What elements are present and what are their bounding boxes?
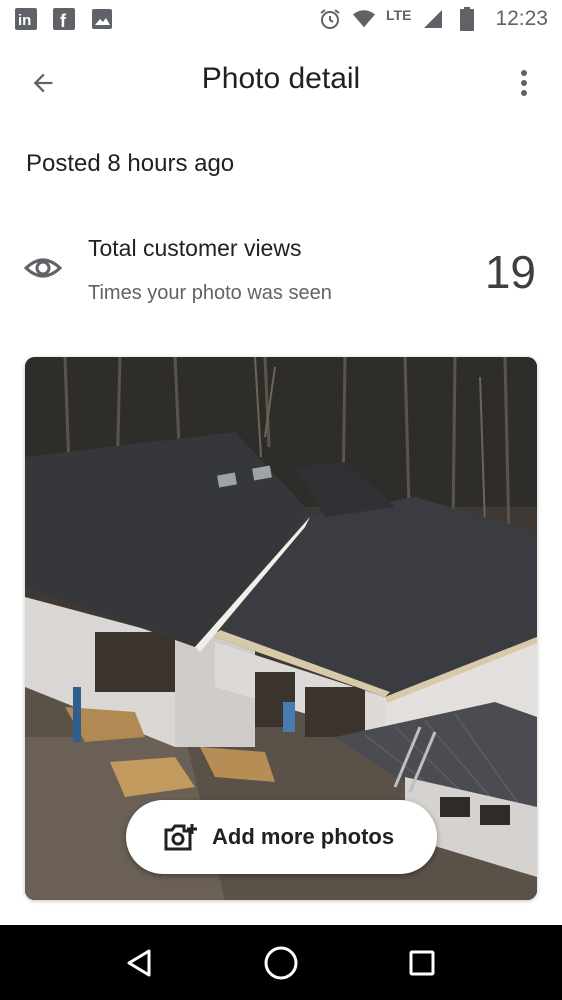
status-time: 12:23 bbox=[495, 7, 548, 30]
status-icons: LTE 12:23 bbox=[318, 7, 548, 31]
recents-square-icon bbox=[409, 950, 435, 975]
system-nav-bar bbox=[0, 925, 562, 1000]
views-subtitle: Times your photo was seen bbox=[88, 282, 332, 304]
customer-views-row: Total customer views Times your photo wa… bbox=[0, 225, 562, 315]
nav-back-button[interactable] bbox=[116, 939, 164, 987]
home-circle-icon bbox=[264, 946, 298, 979]
views-count: 19 bbox=[484, 246, 536, 298]
eye-icon bbox=[24, 258, 62, 278]
page-title: Photo detail bbox=[201, 62, 361, 95]
nav-recents-button[interactable] bbox=[398, 939, 446, 987]
linkedin-icon: in bbox=[14, 7, 38, 31]
notification-icons: in f bbox=[14, 7, 114, 31]
facebook-icon: f bbox=[52, 7, 76, 31]
status-bar: in f LTE 12:23 bbox=[0, 0, 562, 38]
posted-time: Posted 8 hours ago bbox=[26, 150, 235, 177]
back-triangle-icon bbox=[127, 949, 151, 976]
wifi-icon bbox=[352, 7, 376, 31]
add-photo-icon bbox=[164, 824, 197, 851]
add-more-photos-button[interactable]: Add more photos bbox=[126, 800, 437, 874]
svg-text:in: in bbox=[18, 12, 31, 29]
svg-text:f: f bbox=[60, 11, 67, 30]
alarm-icon bbox=[318, 7, 342, 31]
more-vert-icon bbox=[521, 70, 527, 96]
more-options-button[interactable] bbox=[504, 60, 544, 106]
nav-home-button[interactable] bbox=[257, 939, 305, 987]
battery-icon bbox=[455, 7, 479, 31]
network-type: LTE bbox=[386, 7, 412, 23]
add-more-photos-label: Add more photos bbox=[212, 824, 395, 849]
image-icon bbox=[90, 7, 114, 31]
signal-icon bbox=[421, 7, 445, 31]
views-title: Total customer views bbox=[88, 235, 302, 261]
app-bar: Photo detail bbox=[0, 44, 562, 120]
